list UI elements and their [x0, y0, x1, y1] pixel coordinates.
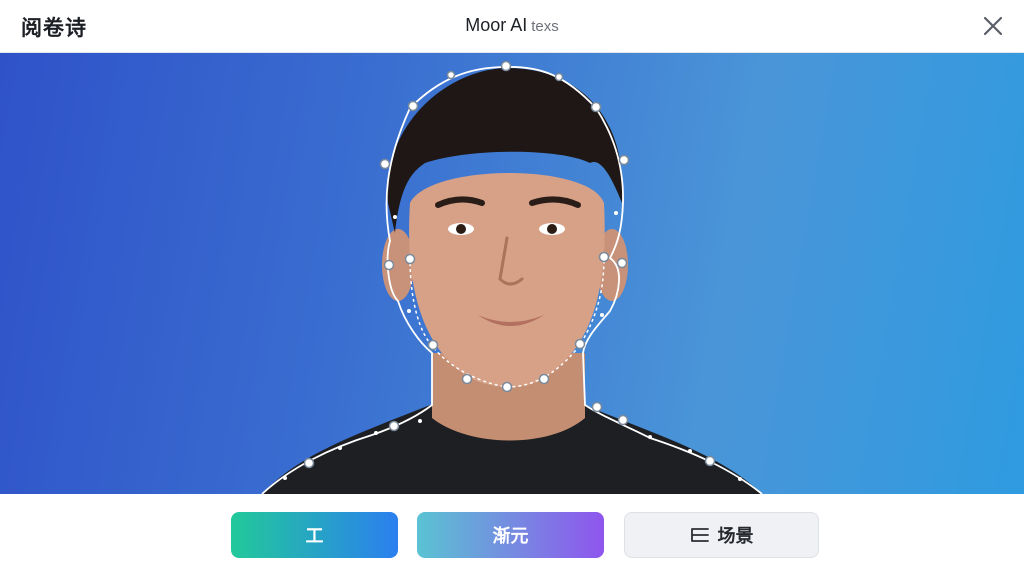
title-bar: 阅卷诗 Moor AI texs — [0, 0, 1024, 53]
scene-button[interactable]: 场景 — [624, 512, 819, 558]
list-icon — [690, 528, 709, 542]
photo-canvas[interactable] — [0, 53, 1024, 494]
right-pupil — [547, 224, 557, 234]
close-icon — [983, 16, 1003, 36]
window-title-sub: texs — [531, 18, 559, 35]
left-pupil — [456, 224, 466, 234]
close-button[interactable] — [980, 13, 1006, 39]
bottom-toolbar: 工 渐元 场景 — [0, 494, 1024, 576]
scene-button-label: 场景 — [717, 526, 754, 546]
app-window: 阅卷诗 Moor AI texs 工 渐元 场景 — [0, 0, 1024, 576]
gradient-button[interactable]: 渐元 — [417, 512, 604, 558]
window-title-main: Moor AI — [465, 15, 528, 35]
window-title: Moor AI texs — [0, 15, 1024, 36]
portrait-photo — [261, 60, 763, 494]
tool-button-a[interactable]: 工 — [231, 512, 398, 558]
